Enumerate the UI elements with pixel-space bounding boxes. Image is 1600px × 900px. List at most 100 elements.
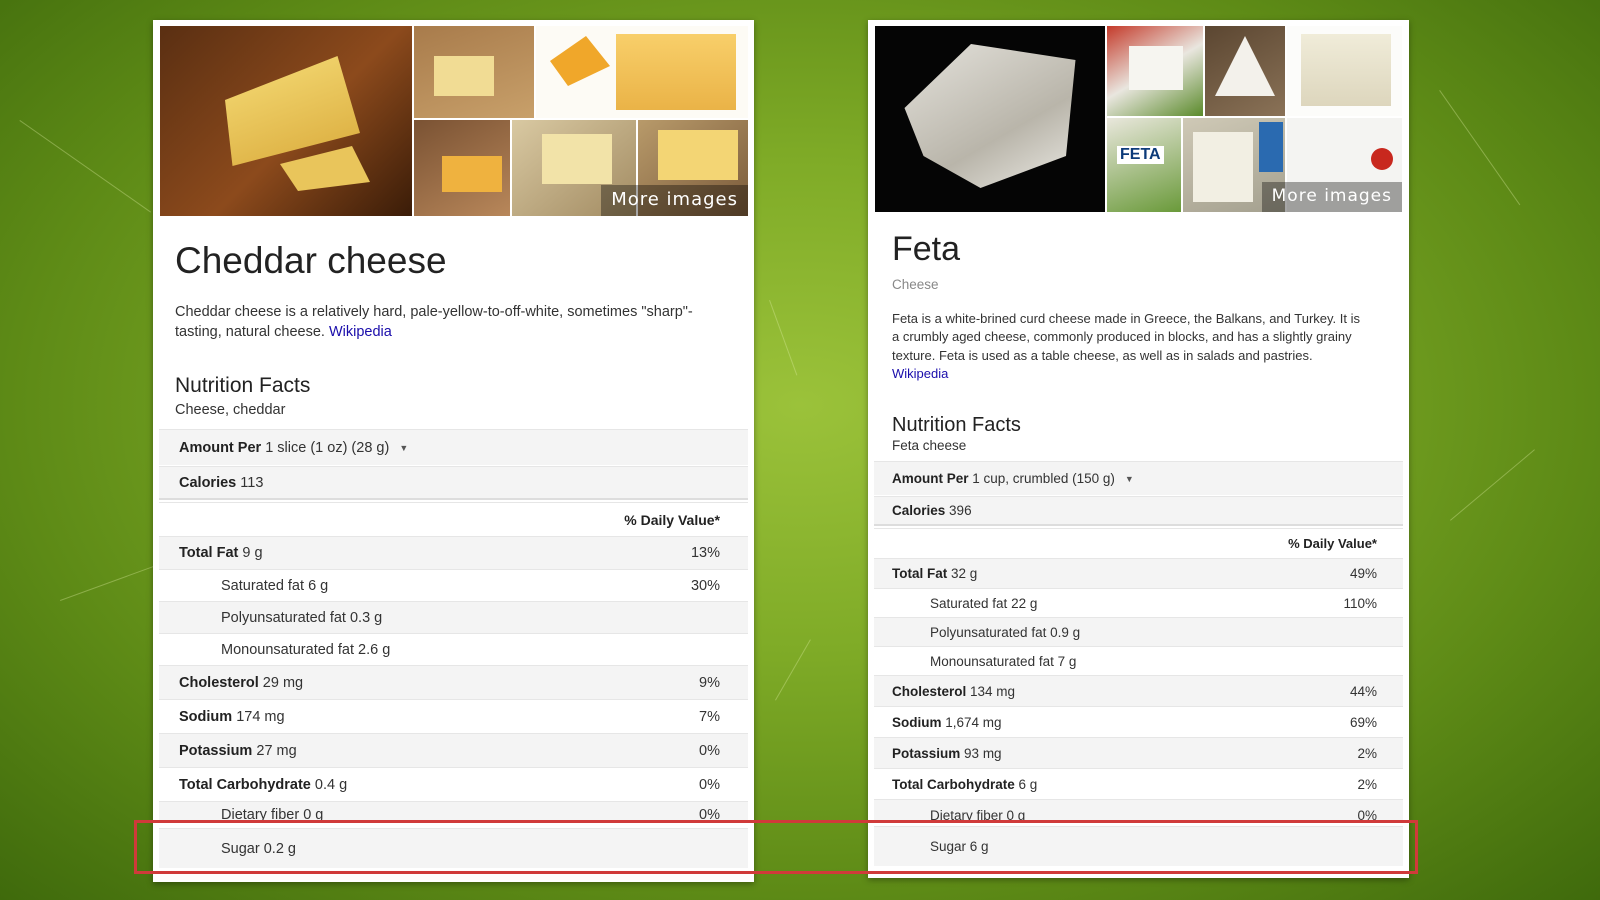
nutrient-row-polyunsaturated-fat: Polyunsaturated fat 0.9 g [874, 617, 1403, 646]
dropdown-arrow-icon[interactable]: ▼ [1125, 474, 1134, 484]
calories-value: 113 [240, 474, 264, 491]
nutrient-amount: 32 g [951, 566, 978, 581]
nutrient-row-monounsaturated-fat: Monounsaturated fat 7 g [874, 646, 1403, 675]
daily-value-header: % Daily Value* [874, 528, 1403, 558]
nutrition-facts-subtitle: Feta cheese [892, 438, 967, 453]
nutrient-amount: 93 mg [964, 745, 1002, 761]
feta-package-label: FETA [1117, 146, 1164, 164]
nutrient-amount: 2.6 g [358, 641, 391, 658]
nutrient-row-potassium: Potassium 93 mg 2% [874, 737, 1403, 768]
nutrient-daily-value: 49% [1349, 566, 1377, 581]
nutrient-row-polyunsaturated-fat: Polyunsaturated fat 0.3 g [159, 601, 748, 633]
nutrition-facts-title: Nutrition Facts [892, 414, 1021, 436]
nutrient-row-potassium: Potassium 27 mg 0% [159, 733, 748, 767]
sugar-highlight-box [134, 820, 1418, 874]
cheddar-image-main[interactable] [160, 26, 412, 216]
nutrient-label: Saturated fat [930, 595, 1008, 611]
cheddar-image-gallery[interactable]: More images [160, 26, 748, 216]
feta-image-5[interactable]: FETA [1107, 118, 1181, 212]
nutrient-label: Total Fat [892, 566, 948, 581]
nutrient-amount: 6 g [1018, 776, 1038, 792]
nutrition-facts-title: Nutrition Facts [175, 374, 311, 397]
cheddar-image-3[interactable] [536, 26, 748, 118]
daily-value-header: % Daily Value* [159, 502, 748, 536]
daily-value-label: % Daily Value* [624, 511, 720, 528]
wikipedia-link[interactable]: Wikipedia [329, 324, 392, 340]
nutrient-amount: 1,674 mg [945, 714, 1002, 730]
feta-image-3[interactable] [1205, 26, 1285, 116]
daily-value-label: % Daily Value* [1288, 536, 1377, 551]
nutrient-label: Total Fat [179, 545, 239, 561]
feta-image-gallery[interactable]: FETA More images [875, 26, 1402, 212]
nutrient-daily-value: 30% [690, 577, 720, 594]
cheddar-image-2[interactable] [414, 26, 534, 118]
nutrient-daily-value: 0% [699, 776, 720, 793]
calories-row: Calories 396 [874, 496, 1403, 526]
nutrient-daily-value: 7% [699, 708, 720, 725]
nutrient-label: Monounsaturated fat [221, 641, 355, 658]
nutrient-daily-value: 44% [1349, 683, 1377, 699]
description: Feta is a white-brined curd cheese made … [892, 310, 1367, 384]
calories-value: 396 [949, 503, 972, 518]
more-images-link[interactable]: More images [1261, 182, 1402, 212]
nutrient-daily-value: 110% [1343, 595, 1377, 611]
nutrient-amount: 7 g [1057, 653, 1077, 669]
nutrient-amount: 22 g [1011, 595, 1038, 611]
feta-image-2[interactable] [1107, 26, 1203, 116]
nutrient-label: Cholesterol [892, 683, 967, 699]
nutrient-daily-value: 0% [699, 742, 720, 759]
nutrient-row-monounsaturated-fat: Monounsaturated fat 2.6 g [159, 633, 748, 665]
nutrient-daily-value: 13% [690, 545, 720, 561]
nutrient-amount: 174 mg [236, 708, 285, 725]
feta-image-4[interactable] [1287, 26, 1402, 116]
description-text: Feta is a white-brined curd cheese made … [892, 311, 1360, 363]
description: Cheddar cheese is a relatively hard, pal… [175, 302, 695, 342]
serving-size-selector[interactable]: Amount Per 1 slice (1 oz) (28 g) ▼ [159, 429, 748, 465]
nutrient-amount: 29 mg [262, 674, 304, 691]
nutrient-label: Saturated fat [221, 577, 305, 594]
nutrient-daily-value: 2% [1357, 745, 1377, 761]
nutrient-row-cholesterol: Cholesterol 29 mg 9% [159, 665, 748, 699]
serving-size-selector[interactable]: Amount Per 1 cup, crumbled (150 g) ▼ [874, 461, 1403, 495]
nutrition-facts-subtitle: Cheese, cheddar [175, 402, 286, 418]
nutrient-label: Cholesterol [179, 674, 259, 691]
amount-label: Amount Per [892, 471, 969, 486]
nutrient-row-total-fat: Total Fat 32 g 49% [874, 558, 1403, 588]
calories-row: Calories 113 [159, 466, 748, 500]
nutrient-amount: 6 g [308, 577, 329, 594]
nutrient-label: Total Carbohydrate [892, 776, 1015, 792]
nutrient-daily-value: 69% [1349, 714, 1377, 730]
description-text: Cheddar cheese is a relatively hard, pal… [175, 304, 693, 340]
nutrient-row-cholesterol: Cholesterol 134 mg 44% [874, 675, 1403, 706]
nutrient-amount: 0.4 g [314, 776, 348, 793]
nutrient-amount: 134 mg [970, 683, 1016, 699]
page-title: Feta [892, 230, 961, 268]
nutrient-label: Polyunsaturated fat [930, 624, 1047, 640]
nutrient-amount: 27 mg [256, 742, 297, 759]
nutrient-daily-value: 2% [1357, 776, 1377, 792]
nutrient-row-total-carbohydrate: Total Carbohydrate 0.4 g 0% [159, 767, 748, 801]
calories-label: Calories [179, 474, 237, 491]
more-images-link[interactable]: More images [601, 185, 748, 216]
nutrient-label: Polyunsaturated fat [221, 609, 346, 626]
nutrient-row-total-fat: Total Fat 9 g 13% [159, 536, 748, 569]
feta-knowledge-panel: FETA More images Feta Cheese Feta is a w… [868, 20, 1409, 878]
dropdown-arrow-icon[interactable]: ▼ [399, 443, 408, 453]
nutrient-row-total-carbohydrate: Total Carbohydrate 6 g 2% [874, 768, 1403, 799]
cheddar-image-4[interactable] [414, 120, 510, 216]
feta-image-main[interactable] [875, 26, 1105, 212]
nutrient-row-sodium: Sodium 1,674 mg 69% [874, 706, 1403, 737]
nutrient-row-sodium: Sodium 174 mg 7% [159, 699, 748, 733]
cheddar-knowledge-panel: More images Cheddar cheese Cheddar chees… [153, 20, 754, 882]
nutrient-label: Sodium [892, 714, 942, 730]
serving-size-value: 1 slice (1 oz) (28 g) [265, 439, 390, 456]
nutrient-label: Total Carbohydrate [179, 776, 311, 793]
entity-type: Cheese [892, 277, 939, 292]
calories-label: Calories [892, 503, 946, 518]
nutrient-row-saturated-fat: Saturated fat 22 g 110% [874, 588, 1403, 617]
nutrient-daily-value: 9% [699, 674, 720, 691]
serving-size-value: 1 cup, crumbled (150 g) [972, 471, 1115, 486]
nutrient-label: Monounsaturated fat [930, 653, 1054, 669]
wikipedia-link[interactable]: Wikipedia [892, 366, 948, 381]
nutrient-amount: 9 g [242, 545, 263, 561]
